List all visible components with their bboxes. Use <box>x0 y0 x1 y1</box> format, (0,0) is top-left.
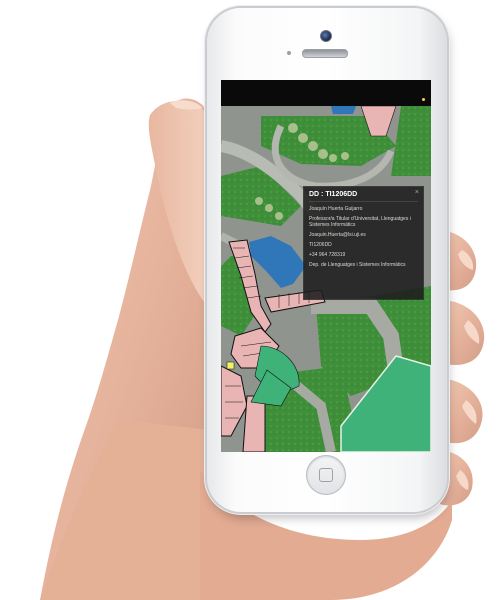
speaker-icon <box>302 49 348 58</box>
home-button-icon[interactable] <box>306 455 346 495</box>
person-position: Professor/a Titular d'Universitat, Lleng… <box>309 216 411 228</box>
popup-divider <box>309 201 418 202</box>
popup-title: DD : TI1206DD <box>309 191 358 198</box>
sensor-dot <box>287 51 291 55</box>
close-icon[interactable]: × <box>415 189 419 196</box>
person-name: Joaquín Huerta Guijarro <box>309 206 363 212</box>
phone-device: DD : TI1206DD × Joaquín Huerta Guijarro … <box>207 8 447 512</box>
person-email[interactable]: Joaquin.Huerta@lsi.uji.es <box>309 232 418 238</box>
camera-icon <box>320 30 332 42</box>
status-bar <box>221 80 431 106</box>
status-indicator <box>422 98 425 101</box>
person-phone[interactable]: +34 964 728319 <box>309 252 418 258</box>
water-area <box>331 106 356 114</box>
selected-office[interactable] <box>226 361 235 370</box>
info-popup: DD : TI1206DD × Joaquín Huerta Guijarro … <box>303 186 424 300</box>
room-code: TI1206DD <box>309 242 332 248</box>
department-name: Dep. de Llenguatges i Sistemes Informàti… <box>309 262 406 268</box>
phone-screen: DD : TI1206DD × Joaquín Huerta Guijarro … <box>221 80 431 452</box>
